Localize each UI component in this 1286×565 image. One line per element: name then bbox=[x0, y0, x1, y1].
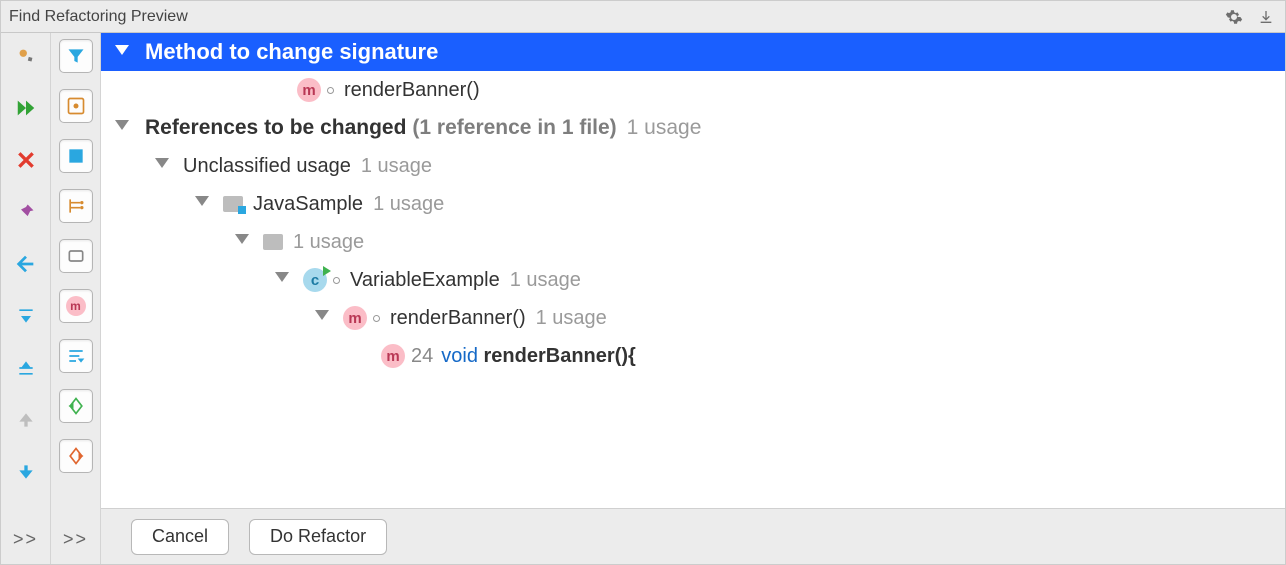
module-label: JavaSample bbox=[253, 193, 363, 216]
expand-arrow-icon bbox=[195, 196, 209, 210]
module-row[interactable]: JavaSample 1 usage bbox=[101, 185, 1285, 223]
main-area: >> m >> bbox=[1, 33, 1285, 564]
expand-arrow-icon bbox=[235, 234, 249, 248]
pin-button[interactable] bbox=[9, 195, 43, 229]
method-row[interactable]: m renderBanner() bbox=[101, 71, 1285, 109]
method-badge-icon: m bbox=[343, 306, 367, 330]
toolbar-left-1: >> bbox=[1, 33, 51, 564]
usage-count: 1 usage bbox=[373, 193, 444, 216]
method-group-button[interactable]: m bbox=[59, 289, 93, 323]
code-signature: renderBanner(){ bbox=[484, 345, 636, 368]
references-label: References to be changed bbox=[145, 116, 406, 140]
visibility-dot-icon bbox=[333, 277, 340, 284]
toolbar-overflow-1[interactable]: >> bbox=[13, 529, 38, 550]
filter-button[interactable] bbox=[59, 39, 93, 73]
flatten-button[interactable] bbox=[59, 239, 93, 273]
collapse-top-button[interactable] bbox=[9, 299, 43, 333]
method-badge-icon: m bbox=[381, 344, 405, 368]
rerun-button[interactable] bbox=[9, 91, 43, 125]
module-folder-icon bbox=[223, 196, 243, 212]
expand-arrow-icon bbox=[115, 120, 129, 134]
import-button[interactable] bbox=[59, 389, 93, 423]
visibility-dot-icon bbox=[373, 315, 380, 322]
method-name: renderBanner() bbox=[344, 79, 480, 102]
code-line-row[interactable]: m 24 void renderBanner(){ bbox=[101, 337, 1285, 375]
settings-button[interactable] bbox=[9, 39, 43, 73]
title-bar: Find Refactoring Preview bbox=[1, 1, 1285, 33]
expand-all-button[interactable] bbox=[59, 139, 93, 173]
nested-method-label: renderBanner() bbox=[390, 307, 526, 330]
nested-method-row[interactable]: m renderBanner() 1 usage bbox=[101, 299, 1285, 337]
folder-icon bbox=[263, 234, 283, 250]
usage-count: 1 usage bbox=[536, 307, 607, 330]
usage-count: 1 usage bbox=[293, 231, 364, 254]
unclassified-row[interactable]: Unclassified usage 1 usage bbox=[101, 147, 1285, 185]
usage-count: 1 usage bbox=[361, 155, 432, 178]
usage-count: 1 usage bbox=[510, 269, 581, 292]
class-badge-icon: c bbox=[303, 268, 327, 292]
close-button[interactable] bbox=[9, 143, 43, 177]
group-button[interactable] bbox=[59, 89, 93, 123]
header-label: Method to change signature bbox=[145, 39, 438, 65]
method-badge-icon: m bbox=[66, 296, 86, 316]
down-arrow-button[interactable] bbox=[9, 455, 43, 489]
cancel-button[interactable]: Cancel bbox=[131, 519, 229, 555]
up-arrow-button[interactable] bbox=[9, 403, 43, 437]
hide-panel-icon[interactable] bbox=[1255, 6, 1277, 28]
expand-arrow-icon bbox=[155, 158, 169, 172]
button-bar: Cancel Do Refactor bbox=[101, 508, 1285, 564]
expand-arrow-icon bbox=[315, 310, 329, 324]
class-label: VariableExample bbox=[350, 269, 500, 292]
tree-view-button[interactable] bbox=[59, 189, 93, 223]
back-button[interactable] bbox=[9, 247, 43, 281]
line-number: 24 bbox=[411, 345, 433, 368]
usage-tree[interactable]: Method to change signature m renderBanne… bbox=[101, 33, 1285, 508]
settings-gear-icon[interactable] bbox=[1223, 6, 1245, 28]
unclassified-label: Unclassified usage bbox=[183, 155, 351, 178]
toolbar-left-2: m >> bbox=[51, 33, 101, 564]
export-button[interactable] bbox=[59, 439, 93, 473]
references-row[interactable]: References to be changed (1 reference in… bbox=[101, 109, 1285, 147]
expand-arrow-icon bbox=[275, 272, 289, 286]
content-pane: Method to change signature m renderBanne… bbox=[101, 33, 1285, 564]
expand-arrow-icon bbox=[115, 45, 129, 59]
do-refactor-button[interactable]: Do Refactor bbox=[249, 519, 387, 555]
sort-button[interactable] bbox=[59, 339, 93, 373]
collapse-bottom-button[interactable] bbox=[9, 351, 43, 385]
folder-row[interactable]: 1 usage bbox=[101, 223, 1285, 261]
references-count: (1 reference in 1 file) bbox=[412, 116, 616, 140]
code-keyword: void bbox=[441, 345, 478, 368]
method-badge-icon: m bbox=[297, 78, 321, 102]
visibility-dot-icon bbox=[327, 87, 334, 94]
window-title: Find Refactoring Preview bbox=[9, 8, 188, 26]
class-row[interactable]: c VariableExample 1 usage bbox=[101, 261, 1285, 299]
usage-count: 1 usage bbox=[627, 116, 702, 140]
tree-header-row[interactable]: Method to change signature bbox=[101, 33, 1285, 71]
toolbar-overflow-2[interactable]: >> bbox=[63, 529, 88, 550]
